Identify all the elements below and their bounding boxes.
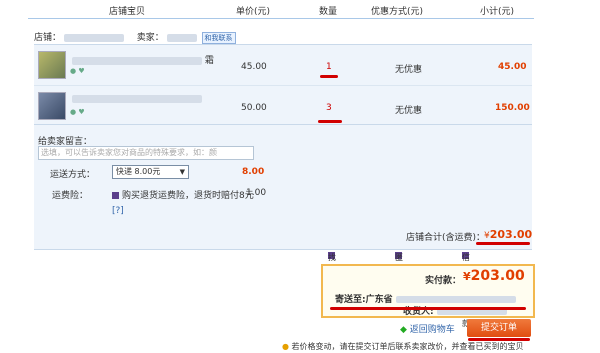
col-price-header: 单价(元) xyxy=(236,7,271,17)
shipping-method-select[interactable]: 快递 8.00元 ▼ xyxy=(112,165,189,179)
shipping-label: 运送方式： xyxy=(50,170,96,180)
chevron-down-icon: ▼ xyxy=(179,168,185,176)
item-price: 50.00 xyxy=(241,103,267,113)
pay-amount: ¥203.00 xyxy=(463,268,525,284)
seller-message-input[interactable]: 选填，可以告诉卖家您对商品的特殊要求，如：颜 xyxy=(38,146,254,160)
insurance-price: 1.00 xyxy=(246,188,267,198)
contact-seller-badge[interactable]: 和我联系 xyxy=(201,32,236,44)
insurance-checkbox[interactable] xyxy=(112,192,119,199)
price-change-notice: ● 若价格变动，请在提交订单后联系卖家改价，并查看已买到的宝贝 xyxy=(282,342,524,351)
item-row: 霜 ● ♥ 45.00 1 无优惠 45.00 xyxy=(34,45,532,85)
items-list: 霜 ● ♥ 45.00 1 无优惠 45.00 ● ♥ 50.00 3 无优惠 … xyxy=(34,44,532,125)
address-annotation-mark xyxy=(330,307,526,310)
order-table-header: 店铺宝贝 单价(元) 数量 优惠方式(元) 小计(元) xyxy=(28,0,534,19)
item-qty: 1 xyxy=(326,62,332,72)
item-subtotal: 150.00 xyxy=(495,103,530,113)
col-subtotal-header: 小计(元) xyxy=(480,7,515,17)
submit-order-button[interactable]: 提交订单 xyxy=(467,319,531,337)
insurance-label: 运费险： xyxy=(52,191,89,201)
seller-label: 卖家： xyxy=(136,33,164,43)
item-service-icons: ● ♥ xyxy=(70,67,85,75)
shop-name-blurred[interactable] xyxy=(63,33,124,42)
info-bulb-icon: ● xyxy=(282,342,289,351)
shop-total-label: 店铺合计(含运费)： xyxy=(406,233,486,243)
item-service-icons: ● ♥ xyxy=(70,108,85,116)
seller-name-blurred[interactable] xyxy=(166,33,197,42)
shop-label: 店铺： xyxy=(34,33,62,43)
item-price: 45.00 xyxy=(241,62,267,72)
shipping-cost: 8.00 xyxy=(242,167,265,177)
pay-label: 实付款： xyxy=(425,276,462,286)
shop-total-value: ¥203.00 xyxy=(484,228,533,241)
item-subtotal: 45.00 xyxy=(498,62,527,72)
item-row: ● ♥ 50.00 3 无优惠 150.00 xyxy=(34,85,532,126)
item-discount: 无优惠 xyxy=(395,65,423,75)
shipping-selected-value: 快递 8.00元 xyxy=(116,167,161,176)
insurance-option[interactable]: 购买退货运费险，退货时赔付8元 xyxy=(112,188,254,201)
item-qty: 3 xyxy=(326,103,332,113)
extra-options-row: 找人代付 匿名购买 信用卡分期付款 xyxy=(328,252,470,328)
item-title[interactable] xyxy=(72,94,202,104)
item-thumbnail[interactable] xyxy=(38,92,66,120)
col-item-header: 店铺宝贝 xyxy=(109,7,146,17)
item-title[interactable]: 霜 xyxy=(72,53,214,66)
qty-annotation-mark xyxy=(318,120,342,123)
item-discount: 无优惠 xyxy=(395,106,423,116)
receiver-line: 收货人: xyxy=(403,304,507,317)
qty-annotation-mark xyxy=(320,75,338,78)
item-thumbnail[interactable] xyxy=(38,51,66,79)
insurance-help-link[interactable]: [?] xyxy=(112,206,124,216)
back-to-cart-link[interactable]: ◆ 返回购物车 xyxy=(400,322,455,335)
back-arrow-icon: ◆ xyxy=(400,325,407,335)
total-annotation-mark xyxy=(476,242,530,245)
col-qty-header: 数量 xyxy=(319,7,338,17)
col-discount-header: 优惠方式(元) xyxy=(371,7,424,17)
shop-info-row: 店铺： 卖家： 和我联系 xyxy=(34,30,534,44)
